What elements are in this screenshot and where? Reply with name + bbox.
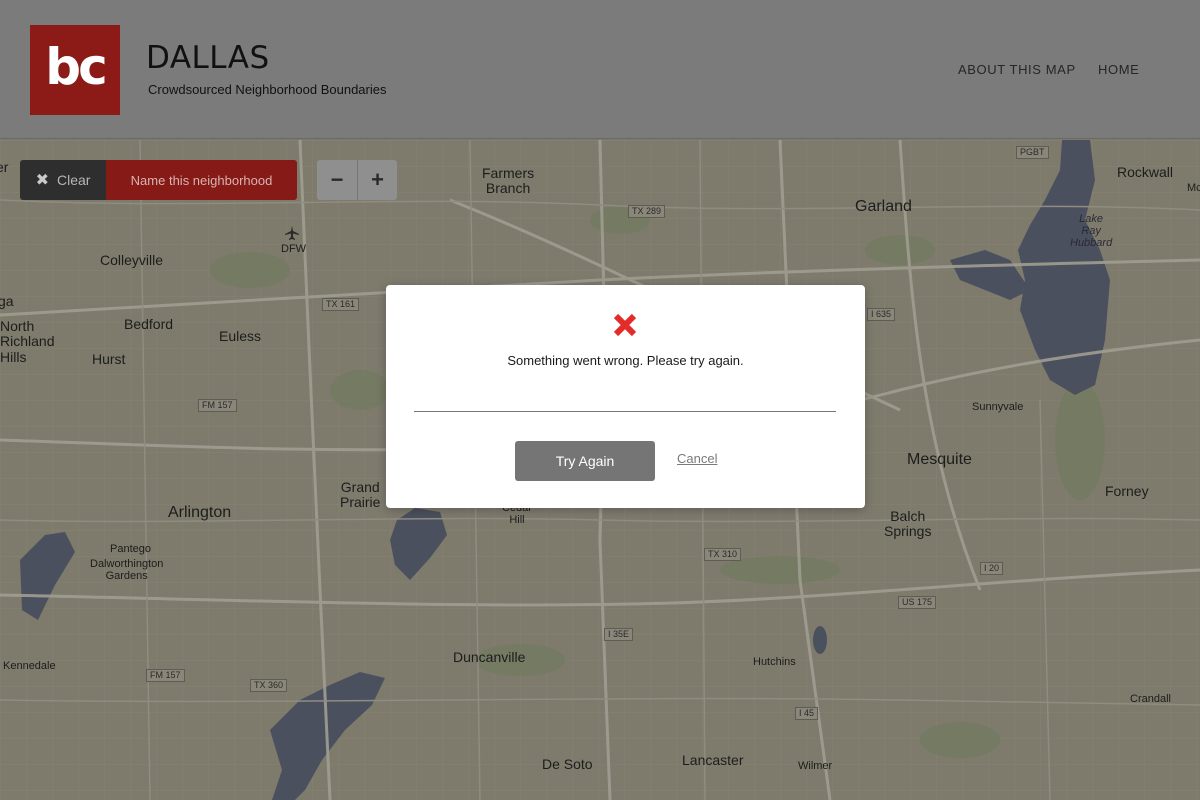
map-label-kennedale: Kennedale <box>3 660 56 672</box>
map-label-forney: Forney <box>1105 483 1149 499</box>
map-label-grand-prairie: Grand Prairie <box>340 479 381 511</box>
map-label-crandall: Crandall <box>1130 693 1171 705</box>
map-label-edge-mc: Mc <box>1187 182 1200 194</box>
error-message: Something went wrong. Please try again. <box>507 353 744 368</box>
highway-shield: I 635 <box>867 308 896 321</box>
map-label-hurst: Hurst <box>92 351 126 367</box>
highway-shield: I 35E <box>604 628 634 641</box>
map-label-arlington: Arlington <box>168 504 232 521</box>
highway-shield: TX 289 <box>628 205 666 218</box>
map-label-pantego: Pantego <box>110 543 151 555</box>
map-label-farmers-branch: Farmers Branch <box>482 165 535 197</box>
map-label-edge-er: er <box>0 159 9 175</box>
zoom-in-button[interactable]: + <box>357 160 397 200</box>
map-label-sunnyvale: Sunnyvale <box>972 401 1024 413</box>
modal-divider <box>414 411 836 412</box>
clear-button-label: Clear <box>56 172 91 188</box>
map-label-mesquite: Mesquite <box>907 451 972 468</box>
name-neighborhood-button[interactable]: Name this neighborhood <box>106 160 297 200</box>
close-icon: ✖ <box>35 172 49 189</box>
map-label-hutchins: Hutchins <box>753 656 796 668</box>
cancel-link[interactable]: Cancel <box>677 451 717 466</box>
airport-icon <box>285 226 299 240</box>
highway-shield: FM 157 <box>198 399 237 412</box>
site-subtitle: Crowdsourced Neighborhood Boundaries <box>148 82 387 97</box>
map-label-duncanville: Duncanville <box>453 649 526 665</box>
clear-button[interactable]: ✖ Clear <box>20 160 106 200</box>
map-label-dalworthington-gardens: Dalworthington Gardens <box>90 558 164 583</box>
map-label-lake-ray-hubbard: Lake Ray Hubbard <box>1070 213 1113 250</box>
nav-about-this-map[interactable]: ABOUT THIS MAP <box>958 62 1076 77</box>
map-label-edge-ga: ga <box>0 293 14 309</box>
map-label-north-richland-hills: North Richland Hills <box>0 318 55 365</box>
map-label-wilmer: Wilmer <box>798 760 833 772</box>
map-label-bedford: Bedford <box>124 316 174 332</box>
map-label-garland: Garland <box>855 198 912 215</box>
highway-shield: TX 360 <box>250 679 288 692</box>
highway-shield: TX 310 <box>704 548 742 561</box>
map-label-balch-springs: Balch Springs <box>884 508 932 540</box>
zoom-out-button[interactable]: − <box>317 160 357 200</box>
map-label-rockwall: Rockwall <box>1117 164 1174 180</box>
highway-shield: I 20 <box>980 562 1004 575</box>
site-header: bc DALLAS Crowdsourced Neighborhood Boun… <box>0 0 1200 139</box>
map-label-euless: Euless <box>219 328 262 344</box>
map-label-de-soto: De Soto <box>542 756 593 772</box>
close-icon <box>613 313 637 337</box>
try-again-button[interactable]: Try Again <box>515 441 655 481</box>
zoom-control: − + <box>317 160 397 200</box>
name-neighborhood-label: Name this neighborhood <box>130 172 273 188</box>
nav-home[interactable]: HOME <box>1098 62 1139 77</box>
map-label-colleyville: Colleyville <box>100 252 164 268</box>
site-title: DALLAS <box>146 40 270 76</box>
map-toolbar: ✖ Clear Name this neighborhood <box>20 160 297 200</box>
highway-shield: FM 157 <box>146 669 185 682</box>
highway-shield: TX 161 <box>322 298 360 311</box>
error-modal: Something went wrong. Please try again. … <box>386 285 865 508</box>
map-label-dfw: DFW <box>281 243 307 255</box>
highway-shield: US 175 <box>898 596 937 609</box>
highway-shield: I 45 <box>795 707 819 720</box>
logo[interactable]: bc <box>30 25 120 115</box>
map-label-lancaster: Lancaster <box>682 752 744 768</box>
highway-shield: PGBT <box>1016 146 1049 159</box>
